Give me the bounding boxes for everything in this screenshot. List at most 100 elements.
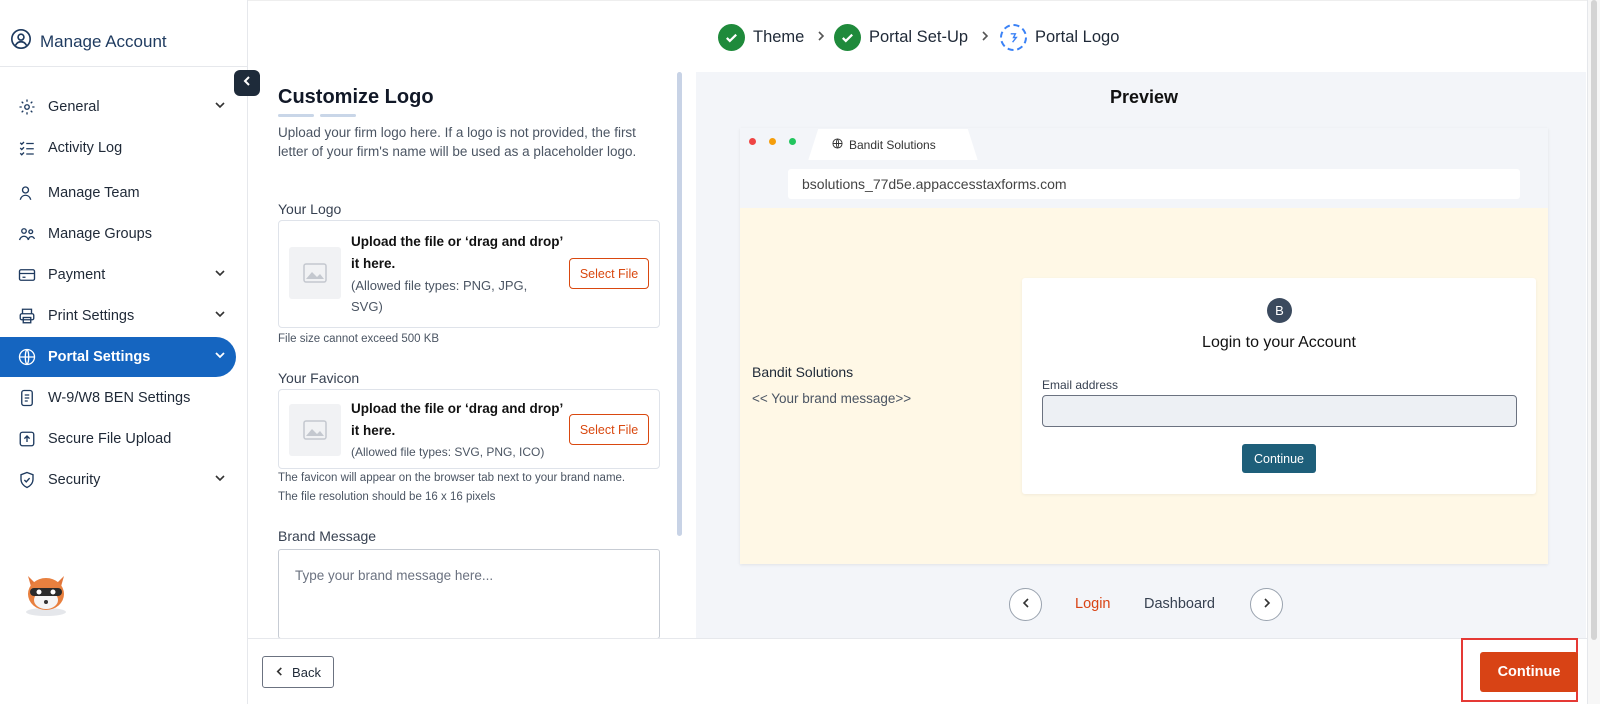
group-icon	[16, 223, 38, 245]
sidebar-item-w9-settings[interactable]: W-9/W8 BEN Settings	[0, 378, 236, 418]
login-title: Login to your Account	[1202, 334, 1356, 351]
preview-tab-dashboard[interactable]: Dashboard	[1144, 596, 1215, 612]
upload-instruction-cont: it here.	[351, 423, 396, 438]
footer-bar	[248, 638, 1587, 704]
brand-avatar: B	[1267, 298, 1292, 323]
step-theme[interactable]: Theme	[718, 24, 826, 51]
upload-instruction: Upload the file or ‘drag and drop’	[351, 234, 564, 249]
preview-brand-name: Bandit Solutions	[752, 364, 854, 380]
sidebar-item-label: W-9/W8 BEN Settings	[48, 390, 191, 406]
sidebar-item-label: Secure File Upload	[48, 431, 172, 447]
check-circle-icon	[834, 24, 861, 51]
preview-brand-message: << Your brand message>>	[752, 391, 912, 406]
preview-next-button[interactable]	[1250, 588, 1283, 621]
image-placeholder-icon	[289, 404, 341, 456]
chevron-down-icon	[214, 267, 226, 283]
continue-button[interactable]: Continue	[1480, 652, 1578, 692]
upload-icon	[16, 428, 38, 450]
user-icon	[16, 182, 38, 204]
brand-message-label: Brand Message	[278, 528, 377, 544]
sidebar-item-label: Payment	[48, 267, 106, 283]
sidebar-item-payment[interactable]: Payment	[0, 255, 236, 295]
step-portal-logo[interactable]: Portal Logo	[1000, 24, 1119, 51]
preview-tab-login[interactable]: Login	[1075, 596, 1110, 612]
chevron-left-icon	[241, 74, 253, 92]
form-scrollbar[interactable]	[677, 72, 682, 536]
favicon-resolution-note: The file resolution should be 16 x 16 pi…	[278, 491, 496, 503]
brand-message-textarea[interactable]: Type your brand message here...	[278, 549, 660, 639]
sidebar-item-label: Manage Groups	[48, 226, 152, 242]
page-scrollbar-thumb[interactable]	[1591, 0, 1597, 640]
sidebar-item-security[interactable]: Security	[0, 460, 236, 500]
select-favicon-file-button[interactable]: Select File	[569, 414, 649, 445]
chevron-left-icon	[275, 665, 284, 680]
preview-prev-button[interactable]	[1009, 588, 1042, 621]
title-underline	[320, 114, 356, 117]
card-icon	[16, 264, 38, 286]
step-portal-setup[interactable]: Portal Set-Up	[834, 24, 990, 51]
chevron-left-icon	[1021, 596, 1031, 614]
manage-account-header[interactable]: Manage Account	[10, 28, 167, 55]
sidebar-item-label: Portal Settings	[48, 349, 151, 365]
sidebar-item-secure-file-upload[interactable]: Secure File Upload	[0, 419, 236, 459]
back-button[interactable]: Back	[262, 656, 334, 688]
sidebar-item-general[interactable]: General	[0, 87, 236, 127]
favicon-label: Your Favicon	[278, 370, 360, 386]
sidebar-divider	[0, 66, 248, 67]
gear-icon	[16, 96, 38, 118]
preview-title: Preview	[1110, 87, 1179, 107]
chevron-right-icon	[980, 28, 990, 47]
sidebar: Manage Account General Activity Log Mana…	[0, 0, 248, 704]
logo-label: Your Logo	[278, 201, 342, 217]
email-label: Email address	[1042, 378, 1119, 392]
title-underline	[278, 114, 314, 117]
user-circle-icon	[10, 28, 32, 55]
allowed-types-cont: SVG)	[351, 299, 383, 314]
sidebar-item-label: Manage Team	[48, 185, 140, 201]
step-label: Theme	[753, 28, 805, 46]
sidebar-item-label: Security	[48, 472, 101, 488]
logo-size-note: File size cannot exceed 500 KB	[278, 333, 440, 345]
progress-circle-icon	[1000, 24, 1027, 51]
step-label: Portal Set-Up	[869, 28, 969, 46]
logo-upload-dropzone[interactable]: Upload the file or ‘drag and drop’ it he…	[278, 220, 660, 328]
sidebar-title: Manage Account	[40, 31, 167, 51]
mascot-avatar[interactable]	[18, 562, 74, 618]
favicon-note: The favicon will appear on the browser t…	[278, 472, 626, 484]
allowed-types: (Allowed file types: SVG, PNG, ICO)	[351, 445, 545, 459]
chevron-down-icon	[214, 308, 226, 324]
chevron-down-icon	[214, 472, 226, 488]
sidebar-item-label: Print Settings	[48, 308, 135, 324]
sidebar-item-activity-log[interactable]: Activity Log	[0, 128, 236, 168]
upload-instruction: Upload the file or ‘drag and drop’	[351, 401, 564, 416]
favicon-upload-dropzone[interactable]: Upload the file or ‘drag and drop’ it he…	[278, 389, 660, 469]
check-circle-icon	[718, 24, 745, 51]
sidebar-item-print-settings[interactable]: Print Settings	[0, 296, 236, 336]
chevron-right-icon	[1262, 596, 1272, 614]
chevron-right-icon	[816, 28, 826, 47]
printer-icon	[16, 305, 38, 327]
window-maximize-dot	[789, 138, 796, 145]
checklist-icon	[16, 137, 38, 159]
email-field	[1042, 395, 1517, 427]
sidebar-item-label: General	[48, 99, 100, 115]
allowed-types: (Allowed file types: PNG, JPG,	[351, 278, 528, 293]
browser-tab-title: Bandit Solutions	[849, 138, 936, 152]
page-title: Customize Logo	[278, 86, 434, 108]
shield-icon	[16, 469, 38, 491]
select-logo-file-button[interactable]: Select File	[569, 258, 649, 289]
sidebar-item-label: Activity Log	[48, 140, 123, 156]
page-scrollbar[interactable]	[1587, 0, 1600, 704]
form-description: Upload your firm logo here. If a logo is…	[278, 125, 637, 159]
sidebar-item-manage-groups[interactable]: Manage Groups	[0, 214, 236, 254]
sidebar-item-portal-settings[interactable]: Portal Settings	[0, 337, 236, 377]
browser-tab: Bandit Solutions	[808, 129, 978, 161]
preview-continue-button: Continue	[1242, 444, 1316, 473]
upload-instruction-cont: it here.	[351, 256, 396, 271]
collapse-sidebar-button[interactable]	[234, 70, 260, 96]
document-icon	[16, 387, 38, 409]
back-label: Back	[292, 664, 321, 680]
browser-url-bar: bsolutions_77d5e.appaccesstaxforms.com	[788, 169, 1520, 199]
sidebar-item-manage-team[interactable]: Manage Team	[0, 173, 236, 213]
step-label: Portal Logo	[1035, 28, 1120, 46]
